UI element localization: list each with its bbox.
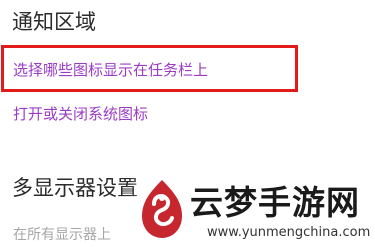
choose-taskbar-icons-link[interactable]: 选择哪些图标显示在任务栏上 [13,59,208,80]
multiple-displays-heading: 多显示器设置 [12,176,138,200]
show-on-all-displays-label: 在所有显示器上 [13,227,111,243]
watermark: 云梦手游网 www.yunmengchina.com [128,168,375,247]
watermark-url: www.yunmengchina.com [207,225,371,240]
toggle-system-icons-link[interactable]: 打开或关闭系统图标 [13,103,148,124]
watermark-title: 云梦手游网 [190,183,360,222]
notification-area-heading: 通知区域 [12,10,96,34]
yunmeng-logo-icon [142,180,182,238]
